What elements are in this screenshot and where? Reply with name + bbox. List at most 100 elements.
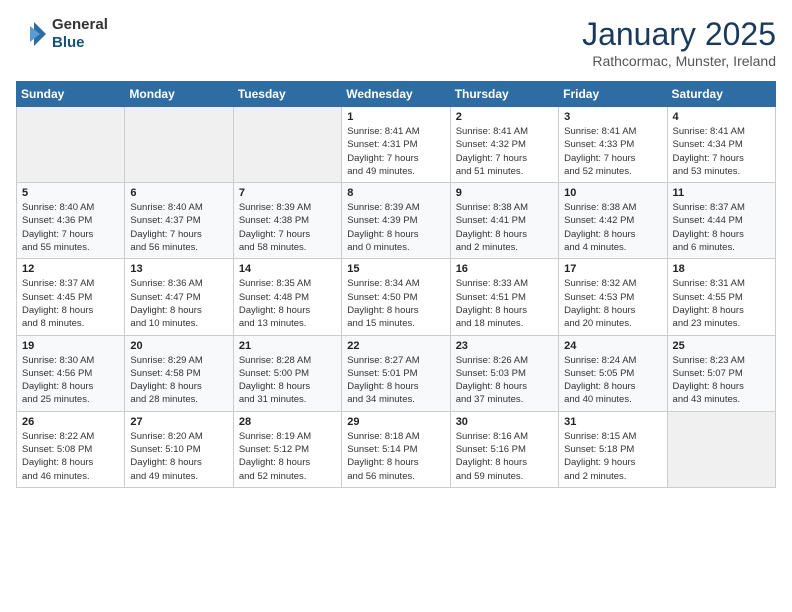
day-number: 19 bbox=[22, 340, 119, 352]
calendar-cell: 27 Sunrise: 8:20 AM Sunset: 5:10 PM Dayli… bbox=[125, 411, 233, 487]
calendar-cell: 17 Sunrise: 8:32 AM Sunset: 4:53 PM Dayli… bbox=[559, 259, 667, 335]
calendar-cell: 5 Sunrise: 8:40 AM Sunset: 4:36 PM Daylig… bbox=[17, 183, 125, 259]
day-number: 4 bbox=[673, 111, 770, 123]
calendar-cell: 3Sunrise: 8:41 AM Sunset: 4:33 PM Daylig… bbox=[559, 107, 667, 183]
day-info: Sunrise: 8:39 AM Sunset: 4:38 PM Dayligh… bbox=[239, 201, 336, 254]
calendar-cell: 18 Sunrise: 8:31 AM Sunset: 4:55 PM Dayli… bbox=[667, 259, 775, 335]
day-number: 2 bbox=[456, 111, 553, 123]
day-number: 14 bbox=[239, 263, 336, 275]
calendar-cell: 16 Sunrise: 8:33 AM Sunset: 4:51 PM Dayli… bbox=[450, 259, 558, 335]
day-number: 31 bbox=[564, 416, 661, 428]
calendar-cell: 7 Sunrise: 8:39 AM Sunset: 4:38 PM Daylig… bbox=[233, 183, 341, 259]
calendar-cell: 12 Sunrise: 8:37 AM Sunset: 4:45 PM Dayli… bbox=[17, 259, 125, 335]
calendar-cell: 4 Sunrise: 8:41 AM Sunset: 4:34 PM Daylig… bbox=[667, 107, 775, 183]
day-number: 12 bbox=[22, 263, 119, 275]
calendar-cell: 14 Sunrise: 8:35 AM Sunset: 4:48 PM Dayli… bbox=[233, 259, 341, 335]
day-number: 7 bbox=[239, 187, 336, 199]
day-info: Sunrise: 8:26 AM Sunset: 5:03 PM Dayligh… bbox=[456, 354, 553, 407]
day-number: 9 bbox=[456, 187, 553, 199]
day-number: 30 bbox=[456, 416, 553, 428]
day-info: Sunrise: 8:35 AM Sunset: 4:48 PM Dayligh… bbox=[239, 277, 336, 330]
day-number: 16 bbox=[456, 263, 553, 275]
day-number: 22 bbox=[347, 340, 444, 352]
logo-icon bbox=[16, 20, 48, 48]
day-number: 15 bbox=[347, 263, 444, 275]
day-info: Sunrise: 8:39 AM Sunset: 4:39 PM Dayligh… bbox=[347, 201, 444, 254]
location-subtitle: Rathcormac, Munster, Ireland bbox=[582, 53, 776, 69]
day-info: Sunrise: 8:40 AM Sunset: 4:36 PM Dayligh… bbox=[22, 201, 119, 254]
calendar-table: SundayMondayTuesdayWednesdayThursdayFrid… bbox=[16, 81, 776, 488]
calendar-cell bbox=[667, 411, 775, 487]
day-number: 1 bbox=[347, 111, 444, 123]
page-header: General Blue January 2025 Rathcormac, Mu… bbox=[16, 16, 776, 69]
day-number: 28 bbox=[239, 416, 336, 428]
calendar-cell: 6 Sunrise: 8:40 AM Sunset: 4:37 PM Daylig… bbox=[125, 183, 233, 259]
day-number: 5 bbox=[22, 187, 119, 199]
day-info: Sunrise: 8:28 AM Sunset: 5:00 PM Dayligh… bbox=[239, 354, 336, 407]
day-info: Sunrise: 8:41 AM Sunset: 4:34 PM Dayligh… bbox=[673, 125, 770, 178]
calendar-cell: 21Sunrise: 8:28 AM Sunset: 5:00 PM Dayli… bbox=[233, 335, 341, 411]
day-info: Sunrise: 8:23 AM Sunset: 5:07 PM Dayligh… bbox=[673, 354, 770, 407]
day-info: Sunrise: 8:22 AM Sunset: 5:08 PM Dayligh… bbox=[22, 430, 119, 483]
day-info: Sunrise: 8:16 AM Sunset: 5:16 PM Dayligh… bbox=[456, 430, 553, 483]
day-number: 29 bbox=[347, 416, 444, 428]
column-header-saturday: Saturday bbox=[667, 82, 775, 107]
logo-blue-text: Blue bbox=[52, 34, 85, 51]
column-header-sunday: Sunday bbox=[17, 82, 125, 107]
column-header-tuesday: Tuesday bbox=[233, 82, 341, 107]
day-number: 6 bbox=[130, 187, 227, 199]
day-info: Sunrise: 8:32 AM Sunset: 4:53 PM Dayligh… bbox=[564, 277, 661, 330]
calendar-cell bbox=[125, 107, 233, 183]
calendar-cell bbox=[233, 107, 341, 183]
title-block: January 2025 Rathcormac, Munster, Irelan… bbox=[582, 16, 776, 69]
day-number: 17 bbox=[564, 263, 661, 275]
calendar-cell: 11 Sunrise: 8:37 AM Sunset: 4:44 PM Dayli… bbox=[667, 183, 775, 259]
day-info: Sunrise: 8:37 AM Sunset: 4:45 PM Dayligh… bbox=[22, 277, 119, 330]
calendar-cell: 13 Sunrise: 8:36 AM Sunset: 4:47 PM Dayli… bbox=[125, 259, 233, 335]
logo-general-text: General bbox=[52, 16, 108, 33]
day-number: 11 bbox=[673, 187, 770, 199]
day-info: Sunrise: 8:41 AM Sunset: 4:32 PM Dayligh… bbox=[456, 125, 553, 178]
day-info: Sunrise: 8:19 AM Sunset: 5:12 PM Dayligh… bbox=[239, 430, 336, 483]
day-number: 10 bbox=[564, 187, 661, 199]
month-title: January 2025 bbox=[582, 16, 776, 53]
calendar-week-row: 1 Sunrise: 8:41 AM Sunset: 4:31 PM Daylig… bbox=[17, 107, 776, 183]
day-info: Sunrise: 8:30 AM Sunset: 4:56 PM Dayligh… bbox=[22, 354, 119, 407]
calendar-header-row: SundayMondayTuesdayWednesdayThursdayFrid… bbox=[17, 82, 776, 107]
calendar-week-row: 26Sunrise: 8:22 AM Sunset: 5:08 PM Dayli… bbox=[17, 411, 776, 487]
day-info: Sunrise: 8:38 AM Sunset: 4:42 PM Dayligh… bbox=[564, 201, 661, 254]
day-info: Sunrise: 8:34 AM Sunset: 4:50 PM Dayligh… bbox=[347, 277, 444, 330]
calendar-cell: 19 Sunrise: 8:30 AM Sunset: 4:56 PM Dayli… bbox=[17, 335, 125, 411]
day-info: Sunrise: 8:36 AM Sunset: 4:47 PM Dayligh… bbox=[130, 277, 227, 330]
day-info: Sunrise: 8:37 AM Sunset: 4:44 PM Dayligh… bbox=[673, 201, 770, 254]
calendar-cell: 20Sunrise: 8:29 AM Sunset: 4:58 PM Dayli… bbox=[125, 335, 233, 411]
day-info: Sunrise: 8:20 AM Sunset: 5:10 PM Dayligh… bbox=[130, 430, 227, 483]
calendar-cell: 31Sunrise: 8:15 AM Sunset: 5:18 PM Dayli… bbox=[559, 411, 667, 487]
calendar-cell bbox=[17, 107, 125, 183]
calendar-cell: 15 Sunrise: 8:34 AM Sunset: 4:50 PM Dayli… bbox=[342, 259, 450, 335]
calendar-cell: 28 Sunrise: 8:19 AM Sunset: 5:12 PM Dayli… bbox=[233, 411, 341, 487]
calendar-week-row: 19 Sunrise: 8:30 AM Sunset: 4:56 PM Dayli… bbox=[17, 335, 776, 411]
day-number: 13 bbox=[130, 263, 227, 275]
column-header-wednesday: Wednesday bbox=[342, 82, 450, 107]
column-header-thursday: Thursday bbox=[450, 82, 558, 107]
logo: General Blue bbox=[16, 16, 108, 52]
day-info: Sunrise: 8:41 AM Sunset: 4:33 PM Dayligh… bbox=[564, 125, 661, 178]
day-number: 8 bbox=[347, 187, 444, 199]
day-info: Sunrise: 8:33 AM Sunset: 4:51 PM Dayligh… bbox=[456, 277, 553, 330]
day-number: 18 bbox=[673, 263, 770, 275]
calendar-cell: 30 Sunrise: 8:16 AM Sunset: 5:16 PM Dayli… bbox=[450, 411, 558, 487]
calendar-cell: 25Sunrise: 8:23 AM Sunset: 5:07 PM Dayli… bbox=[667, 335, 775, 411]
day-info: Sunrise: 8:38 AM Sunset: 4:41 PM Dayligh… bbox=[456, 201, 553, 254]
day-info: Sunrise: 8:41 AM Sunset: 4:31 PM Dayligh… bbox=[347, 125, 444, 178]
day-info: Sunrise: 8:31 AM Sunset: 4:55 PM Dayligh… bbox=[673, 277, 770, 330]
calendar-cell: 29 Sunrise: 8:18 AM Sunset: 5:14 PM Dayli… bbox=[342, 411, 450, 487]
day-number: 27 bbox=[130, 416, 227, 428]
day-info: Sunrise: 8:29 AM Sunset: 4:58 PM Dayligh… bbox=[130, 354, 227, 407]
day-info: Sunrise: 8:18 AM Sunset: 5:14 PM Dayligh… bbox=[347, 430, 444, 483]
calendar-week-row: 12 Sunrise: 8:37 AM Sunset: 4:45 PM Dayli… bbox=[17, 259, 776, 335]
column-header-friday: Friday bbox=[559, 82, 667, 107]
day-info: Sunrise: 8:24 AM Sunset: 5:05 PM Dayligh… bbox=[564, 354, 661, 407]
day-info: Sunrise: 8:40 AM Sunset: 4:37 PM Dayligh… bbox=[130, 201, 227, 254]
calendar-cell: 26Sunrise: 8:22 AM Sunset: 5:08 PM Dayli… bbox=[17, 411, 125, 487]
